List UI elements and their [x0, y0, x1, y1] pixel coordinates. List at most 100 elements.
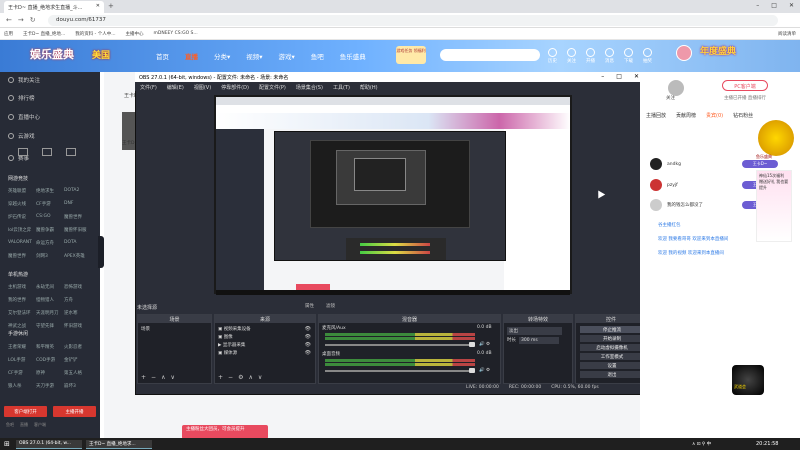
category-link[interactable]: 神武之战 — [8, 323, 36, 329]
category-link[interactable]: 艾尔登法环 — [8, 310, 36, 316]
bookmark-item[interactable]: 主播中心 — [126, 31, 144, 37]
category-link[interactable]: APEX英雄 — [64, 253, 92, 259]
stop-streaming-button[interactable]: 停止推流 — [580, 326, 644, 333]
category-link[interactable]: 金铲铲 — [64, 357, 92, 363]
volume-handle[interactable] — [469, 368, 475, 373]
studio-mode-button[interactable]: 工作室模式 — [580, 353, 644, 360]
speaker-icon[interactable]: 🔊 ⚙ — [479, 342, 490, 347]
down-icon[interactable]: ∨ — [258, 374, 262, 381]
sidebar-item-following[interactable]: 我的关注 — [8, 76, 40, 84]
lottery-button[interactable]: 抽奖 — [643, 48, 652, 64]
add-icon[interactable]: + — [218, 374, 223, 381]
footer-link[interactable]: 客户端 — [34, 422, 46, 428]
reload-icon[interactable]: ↻ — [30, 16, 36, 24]
category-link[interactable]: 我的世界 — [8, 297, 36, 303]
category-link[interactable]: 绝地求生 — [36, 188, 64, 194]
bookmark-item[interactable]: mDNEEY CS:GO S... — [154, 31, 198, 36]
category-link[interactable]: 英雄联盟 — [8, 188, 36, 194]
category-link[interactable]: 逆水寒 — [64, 310, 92, 316]
list-item[interactable]: andkg — [650, 158, 681, 170]
category-link[interactable]: 剑网3 — [36, 253, 64, 259]
scene-item[interactable]: 场景 — [141, 326, 150, 332]
category-link[interactable]: 恐怖游戏 — [64, 284, 92, 290]
maximize-button[interactable]: □ — [771, 2, 777, 9]
gear-icon[interactable]: ⚙ — [238, 374, 243, 381]
taskbar-item-obs[interactable]: OBS 27.0.1 (64-bit, w... — [16, 440, 82, 449]
category-link[interactable]: 永劫无间 — [36, 284, 64, 290]
category-link[interactable]: COD手游 — [36, 357, 64, 363]
eye-icon[interactable]: 👁 — [305, 326, 311, 332]
category-link[interactable]: 原神 — [36, 370, 64, 376]
source-item[interactable]: ▶ 显示器采集 — [218, 342, 245, 348]
start-recording-button[interactable]: 开始录制 — [580, 335, 644, 342]
category-link[interactable]: 王者荣耀 — [8, 344, 36, 350]
transition-select[interactable]: 淡出 — [507, 327, 562, 335]
minimize-button[interactable]: – — [756, 2, 759, 9]
menu-file[interactable]: 文件(F) — [140, 84, 157, 91]
volume-handle[interactable] — [469, 342, 475, 347]
category-link[interactable]: LOL手游 — [8, 357, 36, 363]
pc-client-button[interactable]: PC客户端 — [722, 80, 768, 91]
menu-scene-collection[interactable]: 场景集合(S) — [296, 84, 323, 91]
list-item[interactable]: pzyjf — [650, 179, 678, 191]
eye-icon[interactable]: 👁 — [305, 334, 311, 340]
browser-tab[interactable]: 王卡D~ 直播_绝地求生直播_斗... ✕ — [4, 1, 104, 13]
footer-link[interactable]: 直播 — [20, 422, 28, 428]
festival-gift-icon[interactable] — [758, 120, 794, 156]
category-link[interactable]: 怀旧游戏 — [64, 323, 92, 329]
category-link[interactable]: VALORANT — [8, 240, 36, 246]
category-link[interactable]: 炉石传说 — [8, 214, 36, 220]
exit-button[interactable]: 退出 — [580, 371, 644, 378]
category-link[interactable]: 天涯明月刀 — [36, 310, 64, 316]
promo-card[interactable]: 神仙15次福利 赠送好礼 我也要提升 — [756, 170, 792, 242]
wudao-badge-icon[interactable] — [732, 365, 764, 395]
remove-icon[interactable]: − — [228, 374, 233, 381]
game-task-button[interactable]: 游戏任务 领福利 — [396, 46, 426, 64]
category-link[interactable]: DNF — [64, 201, 92, 207]
volume-slider[interactable] — [325, 370, 475, 372]
menu-edit[interactable]: 编辑(E) — [167, 84, 184, 91]
bookmark-item[interactable]: 应用 — [4, 31, 13, 37]
properties-button[interactable]: 属性 — [305, 303, 314, 309]
category-link[interactable]: 主机游戏 — [8, 284, 36, 290]
bookmark-item[interactable]: 我的资料 - 个人中... — [75, 31, 115, 37]
history-button[interactable]: 历史 — [548, 48, 557, 64]
category-link[interactable]: 火影忍者 — [64, 344, 92, 350]
menu-view[interactable]: 视图(V) — [194, 84, 211, 91]
follow-label[interactable]: 关注 — [666, 95, 675, 101]
menu-tools[interactable]: 工具(T) — [333, 84, 350, 91]
nav-video[interactable]: 视频▾ — [246, 51, 262, 61]
add-icon[interactable]: + — [141, 374, 146, 381]
url-field[interactable]: douyu.com/61737 — [48, 15, 778, 26]
close-window-button[interactable]: ✕ — [789, 2, 794, 9]
broadcast-button[interactable]: 开播 — [586, 48, 595, 64]
category-link[interactable]: 魔兽世界 — [8, 253, 36, 259]
category-link[interactable]: lol云顶之弈 — [8, 227, 36, 233]
chat-icon[interactable] — [66, 148, 76, 156]
down-icon[interactable]: ∨ — [170, 374, 174, 381]
download-button[interactable]: 下载 — [624, 48, 633, 64]
category-link[interactable]: 天刀手游 — [36, 383, 64, 389]
system-tray[interactable]: ∧ ⊡ ⚲ 中 — [692, 441, 711, 447]
category-link[interactable]: DOTA2 — [64, 188, 92, 194]
category-link[interactable]: 穿越火线 — [8, 201, 36, 207]
tab-replay[interactable]: 主播回放 — [646, 112, 666, 119]
footer-link[interactable]: 鱼吧 — [6, 422, 14, 428]
category-link[interactable]: 命运方舟 — [36, 240, 64, 246]
virtual-camera-button[interactable]: 启动虚拟摄像机 — [580, 344, 644, 351]
close-icon[interactable]: ✕ — [96, 3, 100, 9]
menu-help[interactable]: 帮助(H) — [360, 84, 378, 91]
nav-fishbar[interactable]: 鱼吧 — [311, 51, 324, 61]
close-icon[interactable]: ✕ — [634, 73, 639, 80]
category-link[interactable]: 怪物猎人 — [36, 297, 64, 303]
tab-weekly[interactable]: 贡献周榜 — [676, 112, 696, 119]
fan-toast[interactable]: 主播粉丝大团员，可会员提升 — [182, 425, 268, 439]
search-input[interactable] — [440, 49, 540, 61]
menu-profile[interactable]: 配置文件(P) — [259, 84, 286, 91]
category-link[interactable]: 崩坏3 — [64, 383, 92, 389]
forward-icon[interactable]: → — [18, 16, 24, 24]
speaker-icon[interactable]: 🔊 ⚙ — [479, 368, 490, 373]
category-link[interactable]: 狼人杀 — [8, 383, 36, 389]
taskbar-item-browser[interactable]: 王卡D~ 直播_绝地求... — [86, 440, 152, 449]
sidebar-item-cloud-game[interactable]: 云游戏 — [8, 132, 35, 140]
